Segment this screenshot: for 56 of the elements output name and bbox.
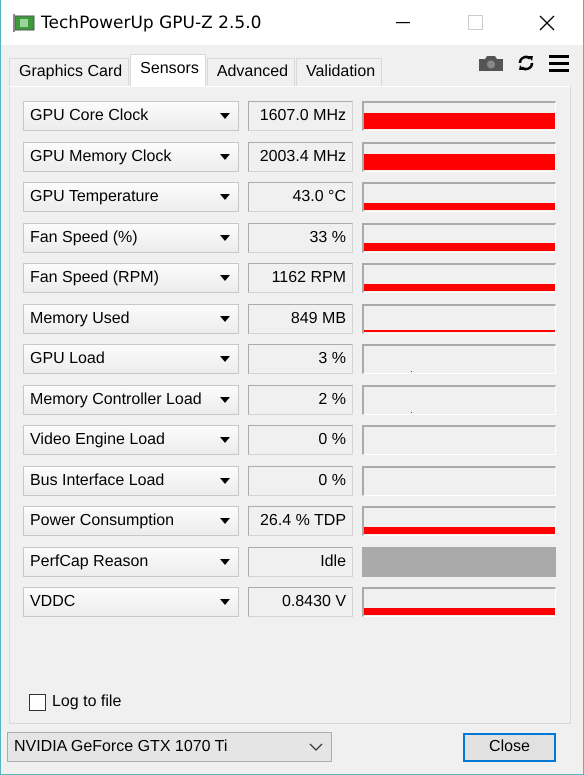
tab[interactable]: Graphics Card (9, 58, 130, 86)
sensor-dropdown[interactable]: GPU Memory Clock (23, 142, 239, 172)
sensor-dropdown[interactable]: Fan Speed (RPM) (23, 263, 239, 293)
log-checkbox[interactable] (29, 694, 46, 710)
close-button[interactable]: Close (463, 732, 556, 762)
chevron-icon (309, 743, 323, 751)
caret-icon (220, 396, 230, 402)
refresh-icon[interactable] (517, 54, 535, 72)
caret-icon (220, 478, 230, 484)
sensor-dropdown[interactable]: GPU Temperature (23, 182, 239, 212)
sensor-dropdown[interactable]: Fan Speed (%) (23, 222, 239, 252)
checkbox-label: Log to file (52, 693, 122, 711)
sensor-dropdown[interactable]: Memory Used (23, 304, 239, 334)
tab[interactable]: Sensors (130, 54, 206, 86)
maximize-icon (468, 15, 482, 30)
close-icon (539, 14, 555, 30)
sensor-dropdown[interactable]: Power Consumption (23, 506, 239, 536)
window-title: TechPowerUp GPU-Z 2.5.0 (41, 12, 262, 32)
sensor-dropdown[interactable]: GPU Core Clock (23, 101, 239, 131)
caret-icon (220, 154, 230, 160)
caret-icon (220, 234, 230, 240)
tab[interactable]: Validation (296, 58, 382, 86)
sensor-value: 1162 RPM (248, 263, 353, 293)
sensor-value: 0 % (248, 425, 353, 455)
sensor-value: Idle (248, 546, 353, 576)
sensor-value: 0.8430 V (248, 587, 353, 617)
sensor-value: 2003.4 MHz (248, 142, 353, 172)
sensor-dropdown[interactable]: PerfCap Reason (23, 546, 239, 576)
tab[interactable]: Advanced (206, 58, 296, 86)
caret-icon (220, 518, 230, 524)
minimize-icon (396, 22, 410, 24)
sensor-value: 1607.0 MHz (248, 101, 353, 131)
sensor-dropdown[interactable]: Memory Controller Load (23, 384, 239, 414)
sensor-dropdown[interactable]: Video Engine Load (23, 425, 239, 455)
menu-icon[interactable] (549, 54, 569, 72)
sensor-value: 2 % (248, 384, 353, 414)
caret-icon (220, 194, 230, 200)
caret-icon (220, 275, 230, 281)
sensor-value: 43.0 °C (248, 182, 353, 212)
caret-icon (220, 599, 230, 605)
caret-icon (220, 316, 230, 322)
sensor-dropdown[interactable]: VDDC (23, 587, 239, 617)
sensor-dropdown[interactable]: Bus Interface Load (23, 466, 239, 496)
sensor-value: 3 % (248, 344, 353, 374)
sensor-value: 33 % (248, 222, 353, 252)
sensor-value: 0 % (248, 466, 353, 496)
sensor-dropdown[interactable]: GPU Load (23, 344, 239, 374)
caret-icon (220, 113, 230, 119)
sensor-value: 849 MB (248, 304, 353, 334)
caret-icon (220, 558, 230, 564)
gpu-select[interactable]: NVIDIA GeForce GTX 1070 Ti (7, 732, 332, 762)
caret-icon (220, 356, 230, 362)
caret-icon (220, 437, 230, 443)
sensor-value: 26.4 % TDP (248, 506, 353, 536)
camera-icon[interactable] (479, 55, 503, 71)
graphics-card-icon (13, 14, 35, 32)
